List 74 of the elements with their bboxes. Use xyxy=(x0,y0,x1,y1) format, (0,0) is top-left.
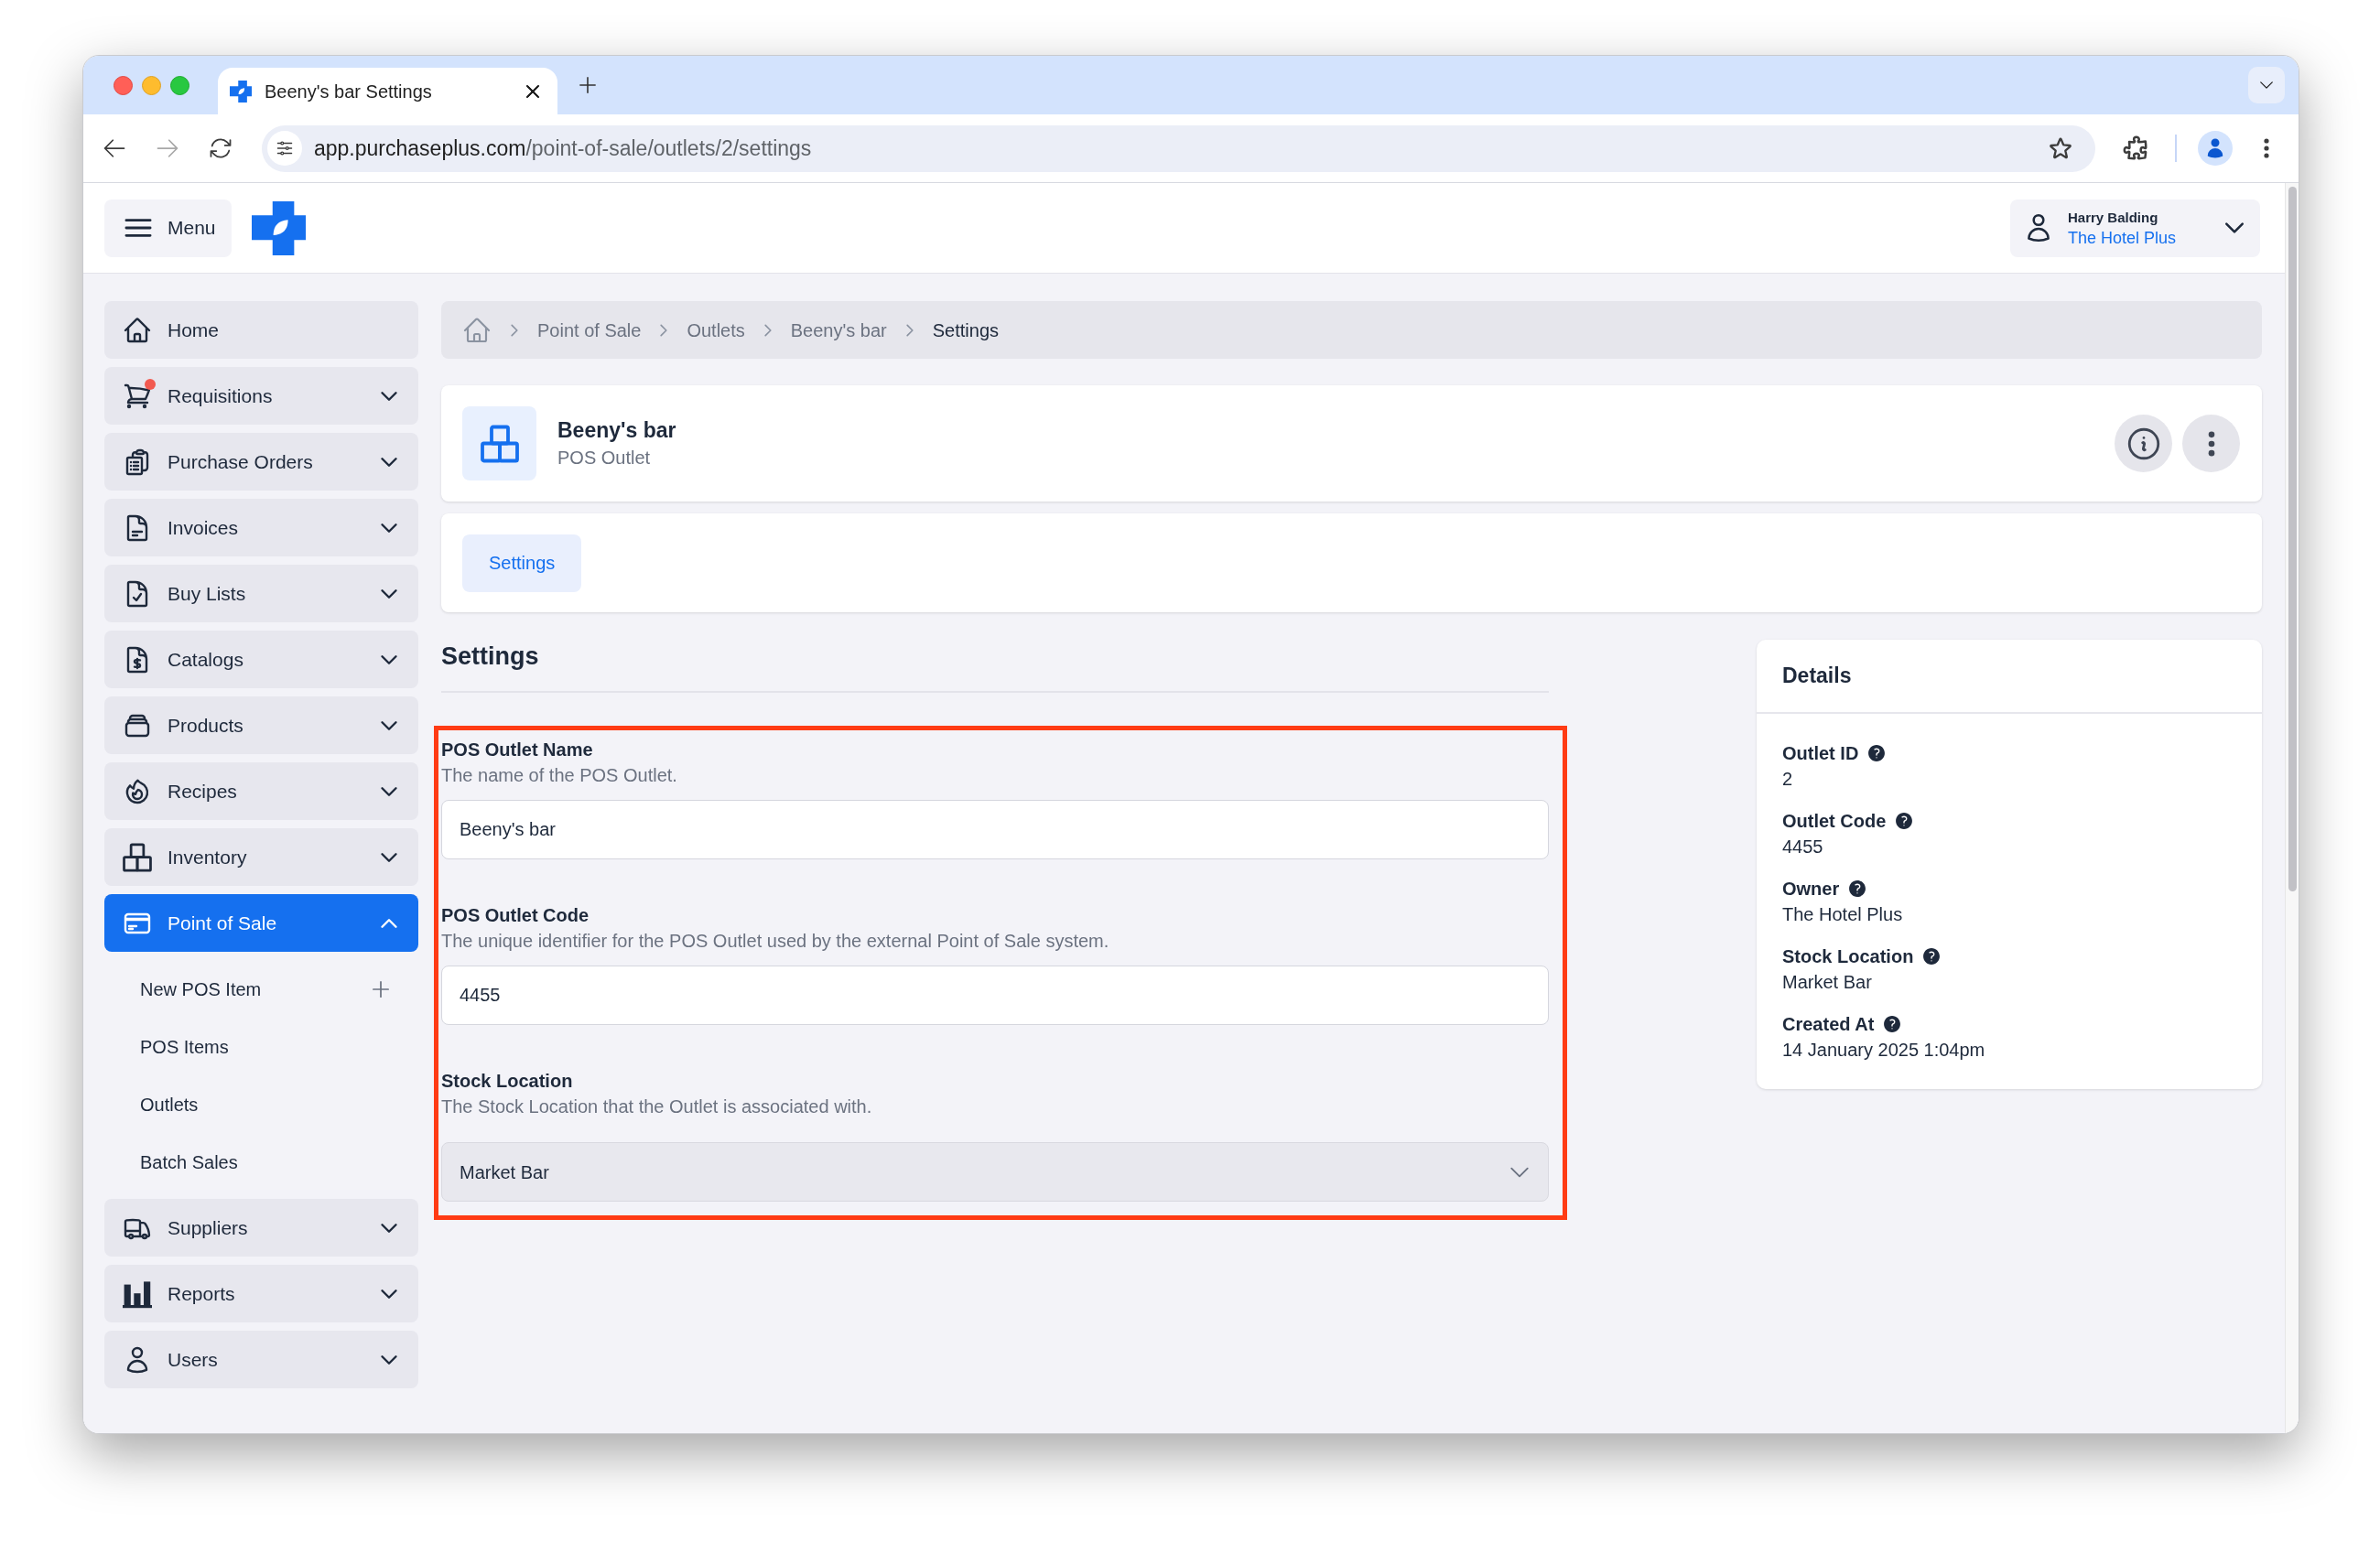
text-input[interactable]: Beeny's bar xyxy=(441,800,1549,859)
sidebar-item[interactable]: Point of Sale xyxy=(104,894,418,952)
site-settings-icon[interactable] xyxy=(267,131,302,166)
sidebar-item[interactable]: Buy Lists xyxy=(104,565,418,622)
bookmark-star-icon[interactable] xyxy=(2048,135,2073,161)
field-description: The name of the POS Outlet. xyxy=(441,764,678,787)
sidebar-item[interactable]: Products xyxy=(104,696,418,754)
favicon-icon xyxy=(230,80,252,103)
sidebar-item[interactable]: Catalogs xyxy=(104,631,418,688)
outlet-type: POS Outlet xyxy=(557,447,652,469)
text-input[interactable]: 4455 xyxy=(441,966,1549,1025)
sidebar-item[interactable]: Purchase Orders xyxy=(104,433,418,491)
sidebar-subitem[interactable]: New POS Item xyxy=(104,960,418,1018)
detail-value: The Hotel Plus xyxy=(1782,903,1903,926)
detail-value: 2 xyxy=(1782,768,1793,791)
detail-label: Outlet Code xyxy=(1782,810,1887,833)
bar-chart-icon xyxy=(123,1279,152,1309)
extensions-icon[interactable] xyxy=(2122,135,2149,162)
detail-label: Outlet ID xyxy=(1782,742,1859,765)
breadcrumb-item[interactable]: Beeny's bar xyxy=(790,316,887,344)
field-description: The unique identifier for the POS Outlet used by the external Point of Sale system. xyxy=(441,930,1110,953)
select-field[interactable]: Market Bar xyxy=(441,1142,1549,1202)
detail-value: Market Bar xyxy=(1782,971,1872,994)
detail-label: Owner xyxy=(1782,878,1840,901)
sidebar-item[interactable]: Requisitions xyxy=(104,367,418,425)
help-icon[interactable] xyxy=(1866,743,1888,763)
boxes-icon xyxy=(462,406,536,480)
home-icon xyxy=(123,315,152,345)
sidebar-item[interactable]: Suppliers xyxy=(104,1199,418,1257)
detail-label: Created At xyxy=(1782,1013,1875,1036)
help-icon[interactable] xyxy=(1921,946,1942,966)
field-label: Stock Location xyxy=(441,1070,574,1093)
detail-value: 14 January 2025 1:04pm xyxy=(1782,1039,1985,1062)
sidebar-item[interactable]: Reports xyxy=(104,1265,418,1322)
tab-title: Beeny's bar Settings xyxy=(265,80,432,103)
organisation-name: The Hotel Plus xyxy=(2068,228,2177,248)
close-window-icon[interactable] xyxy=(114,75,133,95)
logo-icon[interactable] xyxy=(252,200,306,255)
user-menu-button[interactable]: Harry Balding The Hotel Plus xyxy=(2010,199,2260,257)
url-text: app.purchaseplus.com/point-of-sale/outlets/2/settings xyxy=(314,135,812,162)
detail-value: 4455 xyxy=(1782,836,1823,858)
breadcrumb-item: Settings xyxy=(932,318,1000,342)
sidebar-item[interactable]: Recipes xyxy=(104,762,418,820)
detail-label: Stock Location xyxy=(1782,945,1914,968)
profile-avatar-icon[interactable] xyxy=(2198,131,2233,166)
sidebar-subitem[interactable]: Batch Sales xyxy=(104,1133,418,1191)
outlet-name: Beeny's bar xyxy=(557,417,676,444)
tab[interactable]: Settings xyxy=(462,534,582,592)
scrollbar-thumb[interactable] xyxy=(2288,187,2297,891)
sidebar-item[interactable]: Home xyxy=(104,301,418,359)
user-name: Harry Balding xyxy=(2068,209,2158,227)
breadcrumb-item[interactable]: Point of Sale xyxy=(537,316,642,344)
sidebar-item[interactable]: Inventory xyxy=(104,828,418,886)
sidebar-subitem[interactable]: POS Items xyxy=(104,1018,418,1075)
section-heading: Settings xyxy=(441,642,540,672)
sidebar-item[interactable]: Users xyxy=(104,1331,418,1388)
field-label: POS Outlet Name xyxy=(441,739,594,761)
browser-tab[interactable]: Beeny's bar Settings xyxy=(218,68,557,114)
kebab-icon xyxy=(2207,430,2215,457)
help-icon[interactable] xyxy=(1882,1014,1903,1034)
help-icon[interactable] xyxy=(1894,811,1915,831)
breadcrumb-item[interactable]: Outlets xyxy=(687,316,745,344)
card-title: Details xyxy=(1782,663,1852,690)
scrollbar[interactable] xyxy=(2285,183,2299,1433)
sidebar-subitem[interactable]: Outlets xyxy=(104,1075,418,1133)
reload-icon[interactable] xyxy=(208,135,233,161)
address-bar[interactable]: app.purchaseplus.com/point-of-sale/outlets/2/settings xyxy=(262,124,2095,172)
browser-menu-icon[interactable] xyxy=(2264,138,2269,158)
boxes-icon xyxy=(123,842,152,872)
field-label: POS Outlet Code xyxy=(441,904,590,927)
help-icon[interactable] xyxy=(1847,879,1868,899)
sidebar-item[interactable]: Invoices xyxy=(104,499,418,556)
field-description: The Stock Location that the Outlet is associated with. xyxy=(441,1095,873,1118)
menu-button[interactable]: Menu xyxy=(104,199,232,257)
